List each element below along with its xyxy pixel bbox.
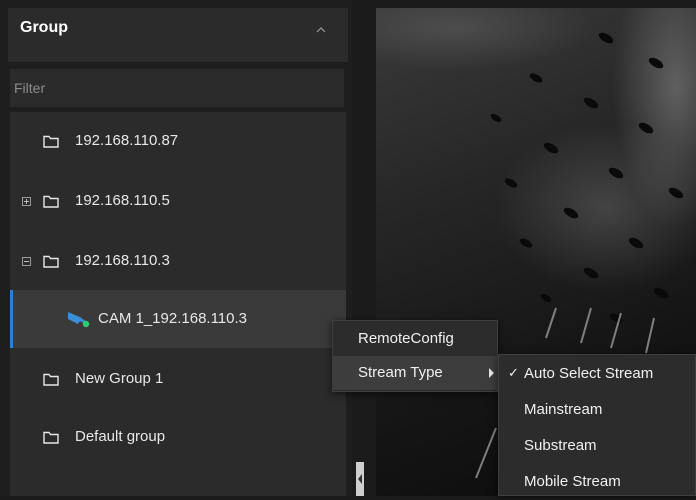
tree-item-192-168-110-3[interactable]: 192.168.110.3 (10, 232, 346, 290)
submenu-item-label: Mobile Stream (524, 473, 621, 490)
menu-item-label: Stream Type (358, 364, 443, 381)
submenu-item-auto-select-stream[interactable]: ✓ Auto Select Stream (499, 356, 695, 392)
tree-item-192-168-110-5[interactable]: 192.168.110.5 (10, 172, 346, 230)
expand-icon[interactable] (22, 197, 31, 206)
collapse-icon[interactable] (22, 257, 31, 266)
context-menu: RemoteConfig Stream Type (332, 320, 498, 392)
folder-icon (43, 135, 59, 148)
tree-item-default-group[interactable]: Default group (10, 410, 346, 468)
group-panel: Group 192.168.110.87 192.168.110.5 192.1… (0, 0, 352, 496)
tree-item-192-168-110-87[interactable]: 192.168.110.87 (10, 112, 346, 170)
tree-item-new-group-1[interactable]: New Group 1 (10, 350, 346, 408)
panel-splitter-handle[interactable] (356, 462, 364, 496)
stream-type-submenu: ✓ Auto Select Stream Mainstream Substrea… (498, 354, 696, 496)
menu-item-label: RemoteConfig (358, 330, 454, 347)
camera-online-icon (68, 312, 90, 328)
submenu-item-mainstream[interactable]: Mainstream (499, 392, 695, 428)
tree-item-label: 192.168.110.5 (75, 192, 170, 209)
chevron-up-icon[interactable] (316, 25, 326, 35)
filter-input[interactable] (10, 69, 344, 107)
tree-item-cam-1[interactable]: CAM 1_192.168.110.3 (10, 290, 346, 348)
submenu-item-substream[interactable]: Substream (499, 428, 695, 464)
tree-item-label: New Group 1 (75, 370, 164, 387)
menu-item-stream-type[interactable]: Stream Type (333, 356, 497, 390)
submenu-arrow-icon (489, 368, 494, 378)
folder-icon (43, 373, 59, 386)
tree-item-label: 192.168.110.87 (75, 132, 179, 149)
selection-indicator (10, 290, 13, 348)
tree-item-label: CAM 1_192.168.110.3 (98, 310, 247, 327)
folder-icon (43, 195, 59, 208)
group-panel-title: Group (20, 19, 68, 36)
tree-item-label: Default group (75, 428, 166, 445)
submenu-item-mobile-stream[interactable]: Mobile Stream (499, 464, 695, 500)
folder-icon (43, 431, 59, 444)
tree-item-label: 192.168.110.3 (75, 252, 170, 269)
submenu-item-label: Substream (524, 437, 597, 454)
submenu-item-label: Mainstream (524, 401, 603, 418)
folder-icon (43, 255, 59, 268)
menu-item-remote-config[interactable]: RemoteConfig (333, 322, 497, 356)
check-icon: ✓ (508, 365, 519, 380)
submenu-item-label: Auto Select Stream (524, 365, 654, 382)
